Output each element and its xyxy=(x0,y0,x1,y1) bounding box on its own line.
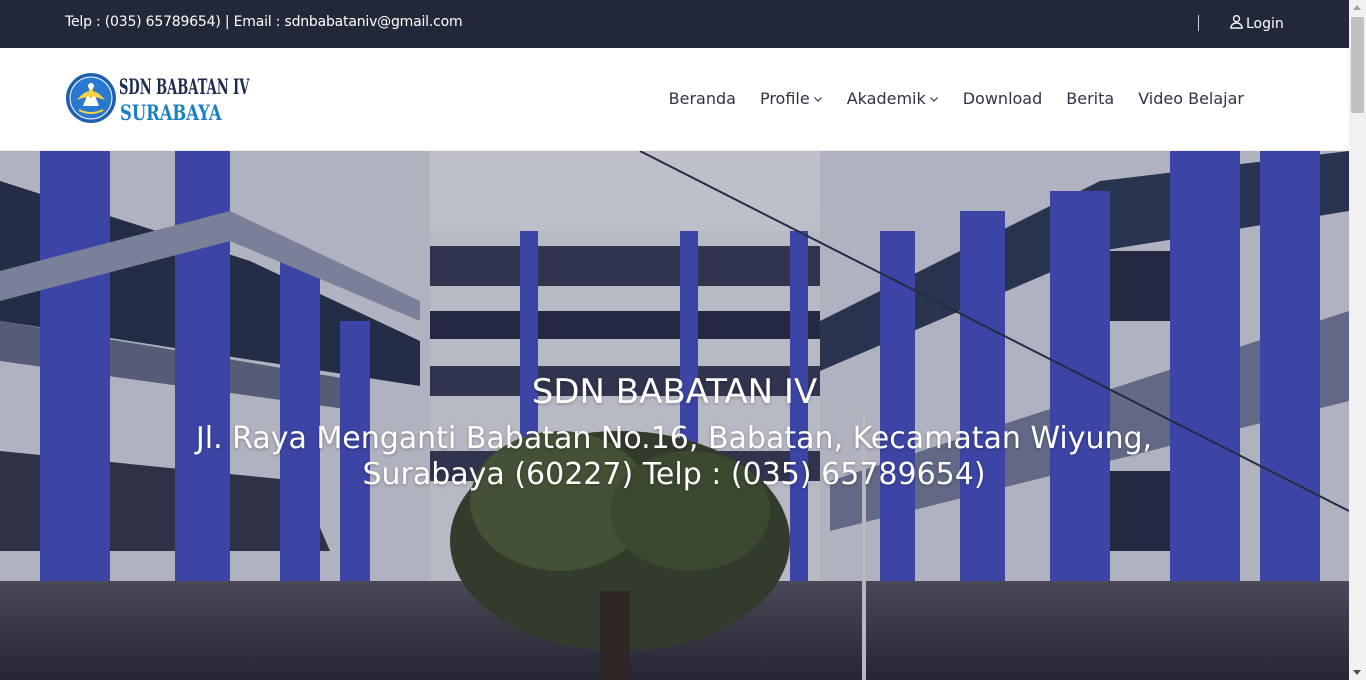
nav-label: Akademik xyxy=(846,89,926,108)
brand-name: SDN BABATAN IV xyxy=(119,74,250,99)
site-logo[interactable]: SDN BABATAN IV SURABAYA xyxy=(65,72,249,128)
hero-address: Jl. Raya Menganti Babatan No.16, Babatan… xyxy=(195,421,1153,492)
nav-label: Download xyxy=(962,89,1043,108)
hero-overlay xyxy=(0,151,1349,680)
hero-title: SDN BABATAN IV xyxy=(531,372,818,412)
topbar-divider xyxy=(1198,15,1199,31)
nav-item-akademik[interactable]: Akademik xyxy=(847,89,939,108)
chevron-down-icon xyxy=(929,89,939,108)
nav-item-video-belajar[interactable]: Video Belajar xyxy=(1138,89,1244,108)
login-label: Login xyxy=(1246,15,1284,32)
page-scrollbar[interactable] xyxy=(1349,0,1366,680)
nav-item-berita[interactable]: Berita xyxy=(1066,89,1114,108)
contact-info: Telp : (035) 65789654) | Email : sdnbaba… xyxy=(65,14,463,30)
tut-wuri-handayani-logo xyxy=(65,72,117,128)
nav-item-download[interactable]: Download xyxy=(963,89,1043,108)
main-menu: Beranda Profile Akademik Download Berita… xyxy=(645,89,1244,108)
scroll-down-icon[interactable] xyxy=(1353,670,1361,675)
login-link[interactable]: Login xyxy=(1229,14,1284,33)
nav-label: Profile xyxy=(759,89,810,108)
nav-label: Beranda xyxy=(668,89,736,108)
scroll-up-icon[interactable] xyxy=(1353,5,1361,10)
nav-item-beranda[interactable]: Beranda xyxy=(669,89,736,108)
brand-city: SURABAYA xyxy=(120,100,222,125)
chevron-down-icon xyxy=(813,89,823,108)
nav-label: Video Belajar xyxy=(1138,89,1244,108)
main-navbar: SDN BABATAN IV SURABAYA Beranda Profile … xyxy=(0,48,1349,151)
nav-label: Berita xyxy=(1066,89,1115,108)
user-icon xyxy=(1229,14,1244,33)
top-bar: Telp : (035) 65789654) | Email : sdnbaba… xyxy=(0,0,1349,48)
scrollbar-thumb[interactable] xyxy=(1351,17,1364,113)
nav-item-profile[interactable]: Profile xyxy=(760,89,823,108)
hero-banner: SDN BABATAN IV Jl. Raya Menganti Babatan… xyxy=(0,151,1349,680)
